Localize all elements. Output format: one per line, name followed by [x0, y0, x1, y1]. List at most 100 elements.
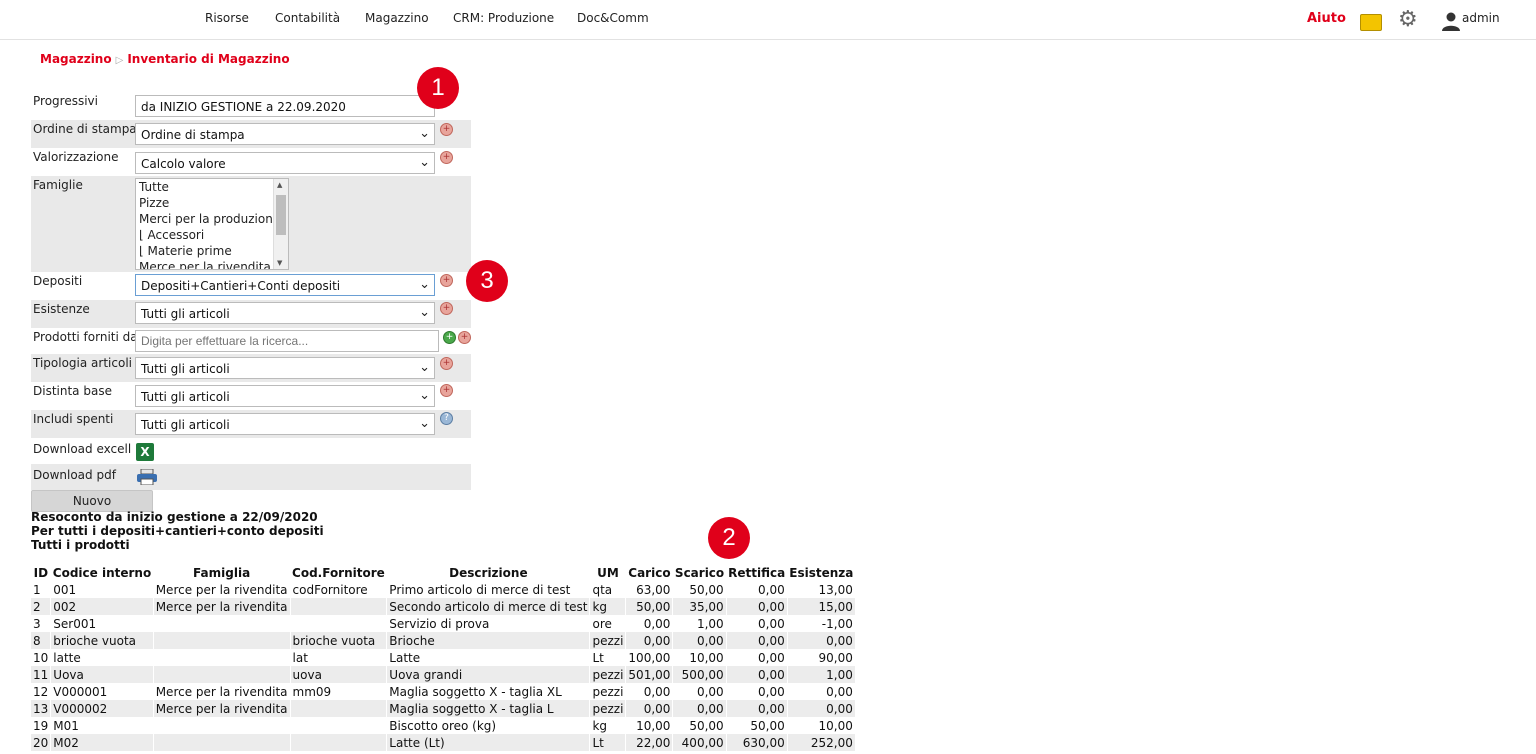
valorizzazione-select[interactable]: Calcolo valore ⌄ [135, 152, 435, 174]
progressivi-select[interactable]: da INIZIO GESTIONE a 22.09.2020 [135, 95, 435, 117]
table-row[interactable]: 10 latte lat Latte Lt 100,00 10,00 0,00 90,00 [31, 649, 856, 666]
ordine-stampa-label: Ordine di stampa [33, 122, 137, 136]
ordine-stampa-select[interactable]: Ordine di stampa ⌄ [135, 123, 435, 145]
add-fornitore-green-icon[interactable]: + [443, 331, 456, 344]
cell-codice-interno: Ser001 [50, 615, 154, 632]
distinta-select[interactable]: Tutti gli articoli ⌄ [135, 385, 435, 407]
add-ordine-icon[interactable]: + [440, 123, 453, 136]
table-header-row: ID Codice interno Famiglia Cod.Fornitore… [31, 564, 855, 581]
col-rettifica[interactable]: Rettifica [726, 564, 787, 581]
cell-cod-fornitore: mm09 [290, 683, 388, 700]
includi-spenti-select[interactable]: Tutti gli articoli ⌄ [135, 413, 435, 435]
table-row[interactable]: 3 Ser001 Servizio di prova ore 0,00 1,00 0,00-… [31, 615, 856, 632]
breadcrumb-magazzino[interactable]: Magazzino [40, 52, 112, 66]
depositi-select[interactable]: Depositi+Cantieri+Conti depositi ⌄ [135, 274, 435, 296]
chevron-down-icon: ⌄ [419, 360, 430, 375]
add-distinta-icon[interactable]: + [440, 384, 453, 397]
row-includi-spenti: Includi spenti Tutti gli articoli ⌄ ? [31, 410, 471, 438]
cell-codice-interno: V000002 [50, 700, 154, 717]
messages-icon[interactable] [1360, 14, 1382, 31]
table-row[interactable]: 2 002 Merce per la rivendita Secondo artico… [31, 598, 856, 615]
cell-cod-fornitore: codFornitore [290, 581, 388, 598]
cell-carico: 50,00 [625, 598, 674, 615]
famiglie-option[interactable]: Merci per la produzione [136, 211, 288, 227]
nuovo-button[interactable]: Nuovo [31, 490, 153, 512]
col-cod-fornitore[interactable]: Cod.Fornitore [290, 564, 387, 581]
scrollbar-thumb[interactable] [276, 195, 286, 235]
cell-descrizione: Secondo articolo di merce di test [386, 598, 591, 615]
col-um[interactable]: UM [590, 564, 626, 581]
cell-esistenza: 10,00 [787, 717, 856, 734]
add-tipologia-icon[interactable]: + [440, 357, 453, 370]
breadcrumb-separator-icon: ▷ [115, 55, 124, 66]
famiglie-listbox[interactable]: Tutte Pizze Merci per la produzione ⌊ Ac… [135, 178, 289, 270]
col-carico[interactable]: Carico [626, 564, 673, 581]
col-scarico[interactable]: Scarico [673, 564, 726, 581]
top-navigation-bar: Risorse Contabilità Magazzino CRM: Produ… [0, 0, 1536, 40]
cell-scarico: 0,00 [672, 700, 727, 717]
help-question-icon[interactable]: ? [440, 412, 453, 425]
cell-codice-interno: brioche vuota [50, 632, 154, 649]
nav-contabilita[interactable]: Contabilità [275, 11, 340, 25]
cell-cod-fornitore: lat [290, 649, 388, 666]
cell-rettifica: 0,00 [726, 632, 788, 649]
nav-magazzino[interactable]: Magazzino [365, 11, 429, 25]
cell-descrizione: Brioche [386, 632, 591, 649]
cell-descrizione: Biscotto oreo (kg) [386, 717, 591, 734]
famiglie-option[interactable]: Tutte [136, 179, 288, 195]
scroll-up-icon[interactable]: ▲ [277, 181, 282, 189]
table-row[interactable]: 20 M02 Latte (Lt) Lt 22,00 400,00 630,00 252,00 [31, 734, 856, 751]
col-famiglia[interactable]: Famiglia [153, 564, 290, 581]
table-row[interactable]: 19 M01 Biscotto oreo (kg) kg 10,00 50,00 50,00… [31, 717, 856, 734]
add-fornitore-icon[interactable]: + [458, 331, 471, 344]
excel-download-icon[interactable]: X [136, 443, 154, 461]
table-row[interactable]: 8 brioche vuota brioche vuota Brioche pezzi 0… [31, 632, 856, 649]
famiglie-option[interactable]: ⌊ Materie prime [136, 243, 288, 259]
col-codice-interno[interactable]: Codice interno [51, 564, 153, 581]
add-depositi-icon[interactable]: + [440, 274, 453, 287]
cell-famiglia: Merce per la rivendita [153, 700, 291, 717]
cell-carico: 0,00 [625, 615, 674, 632]
cell-esistenza: 0,00 [787, 700, 856, 717]
col-esistenza[interactable]: Esistenza [787, 564, 855, 581]
printer-icon[interactable] [136, 469, 158, 485]
breadcrumb-current: Inventario di Magazzino [127, 52, 290, 66]
cell-id: 13 [31, 700, 52, 717]
cell-codice-interno: 002 [50, 598, 154, 615]
cell-id: 19 [31, 717, 52, 734]
table-row[interactable]: 11 Uova uova Uova grandi pezzi 501,00 500,00 0,… [31, 666, 856, 683]
scroll-down-icon[interactable]: ▼ [277, 259, 282, 267]
table-row[interactable]: 1 001 Merce per la rivendita codFornitore Pr… [31, 581, 856, 598]
famiglie-option[interactable]: Merce per la rivendita [136, 259, 288, 269]
progressivi-value: da INIZIO GESTIONE a 22.09.2020 [141, 100, 346, 114]
row-download-excel: Download excell X [31, 438, 471, 464]
nav-doc-comm[interactable]: Doc&Comm [577, 11, 649, 25]
cell-cod-fornitore [290, 717, 388, 734]
famiglie-scrollbar[interactable]: ▲ ▼ [273, 179, 288, 269]
cell-um: ore [589, 615, 627, 632]
col-id[interactable]: ID [31, 564, 51, 581]
famiglie-option[interactable]: Pizze [136, 195, 288, 211]
cell-rettifica: 0,00 [726, 700, 788, 717]
nav-crm-produzione[interactable]: CRM: Produzione [453, 11, 554, 25]
tipologia-select[interactable]: Tutti gli articoli ⌄ [135, 357, 435, 379]
table-row[interactable]: 13 V000002 Merce per la rivendita Maglia so… [31, 700, 856, 717]
help-link[interactable]: Aiuto [1307, 11, 1346, 26]
add-esistenze-icon[interactable]: + [440, 302, 453, 315]
col-descrizione[interactable]: Descrizione [387, 564, 590, 581]
prodotti-forniti-search-input[interactable] [135, 330, 439, 352]
row-prodotti-forniti: Prodotti forniti da + + [31, 328, 471, 354]
chevron-down-icon: ⌄ [419, 155, 430, 170]
depositi-label: Depositi [33, 274, 83, 288]
add-valorizzazione-icon[interactable]: + [440, 151, 453, 164]
inventory-table-body: 1 001 Merce per la rivendita codFornitore Pr… [31, 581, 856, 751]
settings-gear-icon[interactable]: ⚙ [1398, 7, 1418, 33]
chevron-down-icon: ⌄ [419, 305, 430, 320]
cell-um: Lt [589, 734, 627, 751]
esistenze-select[interactable]: Tutti gli articoli ⌄ [135, 302, 435, 324]
nav-risorse[interactable]: Risorse [205, 11, 249, 25]
breadcrumb: Magazzino ▷ Inventario di Magazzino [40, 52, 290, 66]
cell-um: kg [589, 598, 627, 615]
table-row[interactable]: 12 V000001 Merce per la rivendita mm09 Magli… [31, 683, 856, 700]
famiglie-option[interactable]: ⌊ Accessori [136, 227, 288, 243]
